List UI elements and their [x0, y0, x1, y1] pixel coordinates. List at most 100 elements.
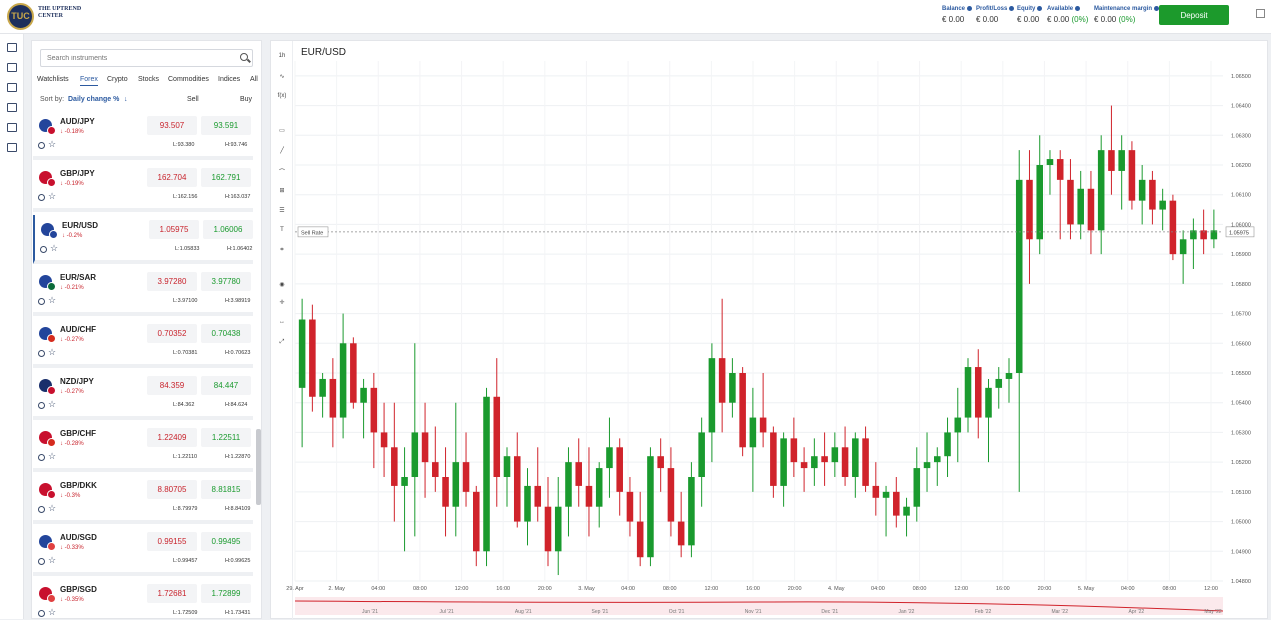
star-icon[interactable]: ☆ [48, 191, 56, 202]
info-icon[interactable] [38, 402, 45, 409]
info-icon[interactable] [40, 246, 47, 253]
x-tick-label: 04:00 [1121, 586, 1135, 592]
tab-indices[interactable]: Indices [218, 76, 240, 83]
star-icon[interactable]: ☆ [48, 347, 56, 358]
account-equity: Equity € 0.00 [1017, 6, 1043, 24]
info-icon[interactable] [38, 142, 45, 149]
tab-stocks[interactable]: Stocks [138, 76, 159, 83]
star-icon[interactable]: ☆ [48, 399, 56, 410]
quote-currency-flag-icon [47, 490, 56, 499]
tab-crypto[interactable]: Crypto [107, 76, 128, 83]
instrument-name: EUR/USD [62, 221, 99, 230]
candle-body [780, 438, 787, 486]
sell-price-button[interactable]: 8.80705 [147, 480, 197, 499]
instrument-name: GBP/JPY [60, 169, 95, 178]
instrument-row[interactable]: GBP/CHF ↓ -0.28% 1.22409 1.22511 ☆ L:1.22110 H… [33, 423, 253, 472]
sell-price-button[interactable]: 84.359 [147, 376, 197, 395]
instrument-row[interactable]: AUD/JPY ↓ -0.18% 93.507 93.591 ☆ L:93.380 H:93… [33, 111, 253, 160]
tab-forex[interactable]: Forex [80, 76, 98, 86]
info-dot-icon[interactable] [1009, 6, 1015, 11]
candle-body [718, 358, 726, 403]
brand-logo[interactable]: TUC [7, 3, 34, 30]
buy-price-button[interactable]: 1.72899 [201, 584, 251, 603]
category-tabs: Watchlists Forex Crypto Stocks Commoditi… [32, 76, 261, 90]
history-icon[interactable] [7, 103, 17, 112]
candle-body [974, 367, 982, 418]
chart-icon[interactable] [7, 43, 17, 52]
sell-price-button[interactable]: 162.704 [147, 168, 197, 187]
search-input[interactable] [40, 49, 253, 67]
info-icon[interactable] [38, 506, 45, 513]
instrument-change: ↓ -0.2% [62, 233, 82, 239]
buy-price-button[interactable]: 8.81815 [201, 480, 251, 499]
tab-watchlists[interactable]: Watchlists [37, 76, 69, 83]
wallet-icon[interactable] [7, 143, 17, 152]
deposit-button[interactable]: Deposit [1159, 5, 1229, 25]
list-scrollbar[interactable] [256, 429, 261, 505]
sell-price-button[interactable]: 0.99155 [147, 532, 197, 551]
info-dot-icon[interactable] [1037, 6, 1043, 11]
orders-icon[interactable] [7, 83, 17, 92]
instrument-row[interactable]: AUD/SGD ↓ -0.33% 0.99155 0.99495 ☆ L:0.99457 H… [33, 527, 253, 576]
x-tick-label: 2. May [328, 586, 345, 592]
candle-body [472, 491, 480, 552]
star-icon[interactable]: ☆ [48, 451, 56, 462]
instrument-row[interactable]: EUR/SAR ↓ -0.21% 3.97280 3.97780 ☆ L:3.97100 H… [33, 267, 253, 316]
instrument-row[interactable]: GBP/SGD ↓ -0.35% 1.72681 1.72899 ☆ L:1.72509 H… [33, 579, 253, 618]
info-dot-icon[interactable] [967, 6, 973, 11]
instrument-row[interactable]: GBP/JPY ↓ -0.19% 162.704 162.791 ☆ L:162.156 H… [33, 163, 253, 212]
info-icon[interactable] [38, 610, 45, 617]
info-icon[interactable] [38, 558, 45, 565]
tab-commodities[interactable]: Commodities [168, 76, 209, 83]
candle-body [790, 438, 798, 463]
sell-price-button[interactable]: 0.70352 [147, 324, 197, 343]
buy-price-button[interactable]: 0.99495 [201, 532, 251, 551]
instrument-row[interactable]: NZD/JPY ↓ -0.27% 84.359 84.447 ☆ L:84.362 H:84… [33, 371, 253, 420]
star-icon[interactable]: ☆ [48, 555, 56, 566]
navigator-tick-label: Nov '21 [745, 609, 762, 615]
sell-price-button[interactable]: 93.507 [147, 116, 197, 135]
sell-price-button[interactable]: 1.72681 [147, 584, 197, 603]
sell-price-button[interactable]: 3.97280 [147, 272, 197, 291]
instrument-row[interactable]: EUR/USD ↓ -0.2% 1.05975 1.06006 ☆ L:1.05833 H:… [33, 215, 253, 264]
star-icon[interactable]: ☆ [50, 243, 58, 254]
star-icon[interactable]: ☆ [48, 607, 56, 618]
portfolio-icon[interactable] [7, 63, 17, 72]
star-icon[interactable]: ☆ [48, 139, 56, 150]
buy-price-button[interactable]: 3.97780 [201, 272, 251, 291]
buy-price-button[interactable]: 93.591 [201, 116, 251, 135]
info-icon[interactable] [38, 454, 45, 461]
window-square-icon[interactable] [1256, 9, 1265, 18]
candle-body [964, 367, 972, 418]
transfer-icon[interactable] [7, 123, 17, 132]
sort-arrow-icon[interactable]: ↓ [124, 96, 128, 103]
info-icon[interactable] [38, 350, 45, 357]
sort-by-label: Sort by: [40, 96, 65, 103]
info-icon[interactable] [38, 298, 45, 305]
candlestick-chart[interactable]: 1.065001.064001.063001.062001.061001.060… [271, 41, 1269, 620]
candle-body [647, 456, 654, 558]
instrument-name: EUR/SAR [60, 273, 97, 282]
tab-all[interactable]: All [250, 76, 258, 83]
sort-dropdown[interactable]: Daily change % [68, 96, 119, 103]
instrument-row[interactable]: GBP/DKK ↓ -0.3% 8.80705 8.81815 ☆ L:8.79979 H:… [33, 475, 253, 524]
search-icon[interactable] [240, 53, 248, 61]
candle-body [1087, 188, 1095, 231]
sell-price-button[interactable]: 1.05975 [149, 220, 199, 239]
buy-price-button[interactable]: 84.447 [201, 376, 251, 395]
buy-price-button[interactable]: 162.791 [201, 168, 251, 187]
instrument-row[interactable]: AUD/CHF ↓ -0.27% 0.70352 0.70438 ☆ L:0.70381 H… [33, 319, 253, 368]
buy-price-button[interactable]: 0.70438 [201, 324, 251, 343]
navigator-tick-label: Mar '22 [1051, 609, 1068, 615]
sell-price-button[interactable]: 1.22409 [147, 428, 197, 447]
star-icon[interactable]: ☆ [48, 295, 56, 306]
candle-body [903, 506, 910, 516]
info-dot-icon[interactable] [1075, 6, 1081, 11]
buy-price-button[interactable]: 1.22511 [201, 428, 251, 447]
star-icon[interactable]: ☆ [48, 503, 56, 514]
candle-body [1005, 373, 1013, 379]
info-icon[interactable] [38, 194, 45, 201]
buy-price-button[interactable]: 1.06006 [203, 220, 253, 239]
candle-body [298, 319, 306, 388]
x-tick-label: 16:00 [996, 586, 1010, 592]
